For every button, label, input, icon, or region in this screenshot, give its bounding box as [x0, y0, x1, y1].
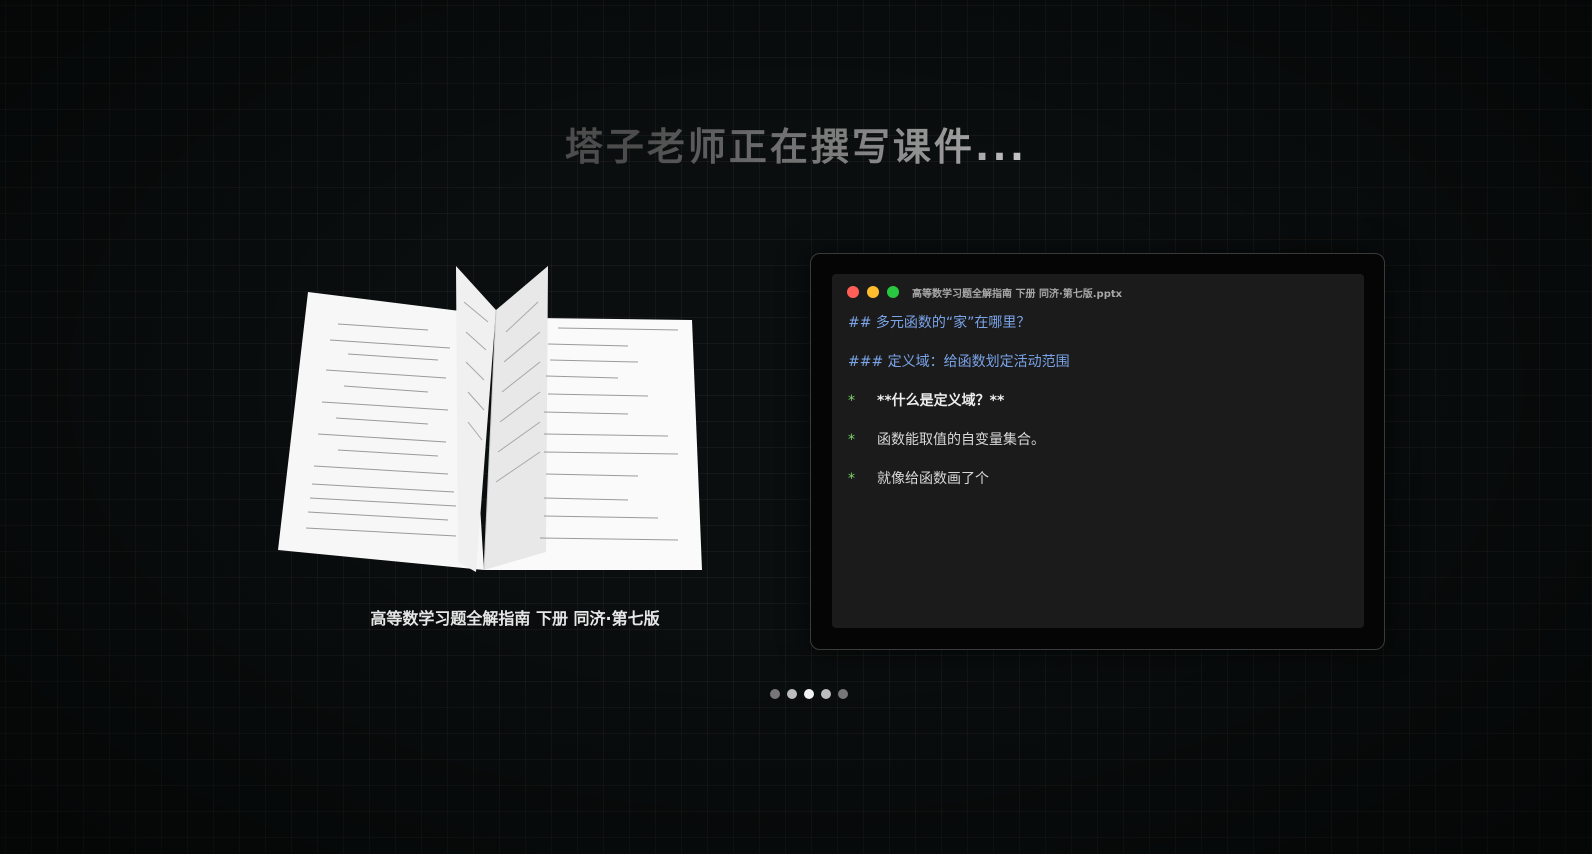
book-illustration: [278, 262, 708, 582]
code-line: * 就像给函数画了个: [848, 470, 1348, 509]
code-content: ## 多元函数的“家”在哪里？ ### 定义域：给函数划定活动范围 * **什么…: [848, 314, 1348, 509]
heading-h2: ## 多元函数的“家”在哪里？: [848, 315, 1031, 331]
pager-dot[interactable]: [770, 689, 780, 699]
pager-dot[interactable]: [821, 689, 831, 699]
code-line: * **什么是定义域？**: [848, 392, 1348, 431]
code-line: ## 多元函数的“家”在哪里？: [848, 314, 1348, 353]
bullet-marker: *: [848, 471, 855, 487]
pager-dot[interactable]: [804, 689, 814, 699]
close-window-icon[interactable]: [847, 286, 859, 298]
open-book-icon: [278, 266, 702, 572]
book-title: 高等数学习题全解指南 下册 同济·第七版: [370, 609, 660, 628]
maximize-window-icon[interactable]: [887, 286, 899, 298]
editor-window: 高等数学习题全解指南 下册 同济·第七版.pptx ## 多元函数的“家”在哪里…: [810, 253, 1385, 650]
heading-h3: ### 定义域：给函数划定活动范围: [848, 354, 1070, 370]
bullet-text: **什么是定义域？**: [877, 393, 1005, 409]
pager-dot[interactable]: [838, 689, 848, 699]
pager-dot[interactable]: [787, 689, 797, 699]
carousel-pager: [770, 689, 855, 699]
status-headline: 塔子老师正在撰写课件...: [0, 116, 1592, 171]
code-line: ### 定义域：给函数划定活动范围: [848, 353, 1348, 392]
code-line: * 函数能取值的自变量集合。: [848, 431, 1348, 470]
minimize-window-icon[interactable]: [867, 286, 879, 298]
bullet-marker: *: [848, 432, 855, 448]
editor-titlebar: 高等数学习题全解指南 下册 同济·第七版.pptx: [847, 285, 1123, 300]
bullet-text: 函数能取值的自变量集合。: [877, 432, 1045, 448]
bullet-text: 就像给函数画了个: [877, 471, 989, 487]
bullet-marker: *: [848, 393, 855, 409]
file-name: 高等数学习题全解指南 下册 同济·第七版.pptx: [912, 288, 1123, 300]
loading-screen: 塔子老师正在撰写课件... 高等数学习题全解指南 下册 同济·第七版 高等数学习…: [0, 0, 1592, 854]
editor-panel: 高等数学习题全解指南 下册 同济·第七版.pptx ## 多元函数的“家”在哪里…: [832, 274, 1364, 628]
